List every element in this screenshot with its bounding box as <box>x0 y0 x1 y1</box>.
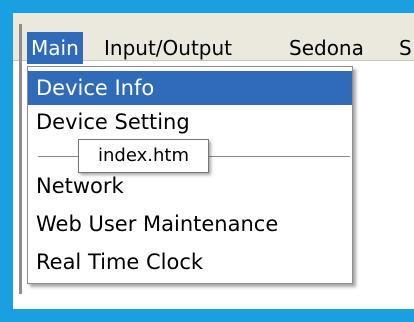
menu-sedona[interactable]: Sedona <box>289 32 364 64</box>
main-dropdown-menu: Device Info Device Setting Network Web U… <box>27 66 353 284</box>
menu-main[interactable]: Main <box>27 32 83 64</box>
menu-item-real-time-clock[interactable]: Real Time Clock <box>28 245 352 279</box>
menu-item-device-info[interactable]: Device Info <box>28 71 352 105</box>
menu-item-device-setting[interactable]: Device Setting <box>28 105 352 139</box>
menu-item-network[interactable]: Network <box>28 169 352 203</box>
menu-input-output[interactable]: Input/Output <box>104 32 232 64</box>
menu-s-truncated[interactable]: S <box>399 32 412 64</box>
tooltip: index.htm <box>78 139 209 173</box>
menubar-left-border <box>19 24 22 294</box>
menu-item-web-user-maintenance[interactable]: Web User Maintenance <box>28 207 352 241</box>
